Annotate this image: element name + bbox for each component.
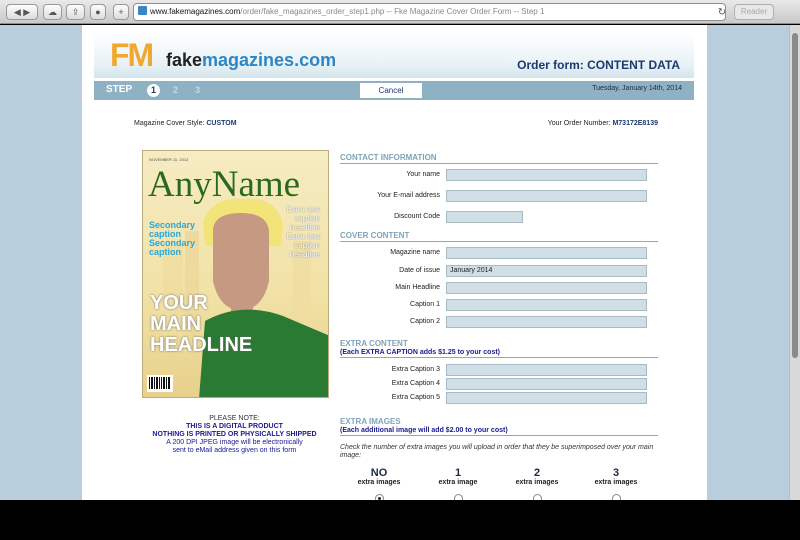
radio-1-image[interactable] <box>454 494 463 500</box>
magazine-name-label: Magazine name <box>390 249 440 256</box>
images-help-text: Check the number of extra images you wil… <box>340 444 654 459</box>
magazine-cover-preview: NOVEMBER 11, 2013 AnyName Secondary capt… <box>142 150 329 398</box>
logo-wordmark-b: magazines.com <box>202 50 337 70</box>
email-label: Your E-mail address <box>377 192 440 199</box>
extra-caption-5-label: Extra Caption 5 <box>391 394 440 401</box>
reader-button[interactable]: Reader <box>734 4 774 20</box>
cover-extra-caption: Extra text caption headline Extra text c… <box>286 205 320 259</box>
discount-field[interactable] <box>446 211 523 223</box>
page-title: Order form: CONTENT DATA <box>517 58 680 72</box>
option-caption: extra images <box>594 479 638 486</box>
option-3-images: 3 extra images <box>586 467 646 486</box>
back-forward-buttons[interactable]: ◀ ▶ <box>6 4 38 20</box>
option-number: 1 <box>454 467 462 479</box>
main-headline-field[interactable] <box>446 282 647 294</box>
order-number-value: M73172E8139 <box>612 120 658 127</box>
logo-wordmark[interactable]: fakemagazines.com <box>166 50 336 71</box>
current-date: Tuesday, January 14th, 2014 <box>592 85 682 92</box>
option-1-image: 1 extra image <box>428 467 488 486</box>
option-caption: extra image <box>438 479 478 486</box>
images-section-header: EXTRA IMAGES <box>340 416 658 427</box>
extra-section-subtitle: (Each EXTRA CAPTION adds $1.25 to your c… <box>340 349 658 358</box>
step-1-indicator: 1 <box>147 84 160 97</box>
option-number: NO <box>370 467 388 479</box>
digital-product-note: PLEASE NOTE: THIS IS A DIGITAL PRODUCT N… <box>132 415 337 455</box>
step-3-indicator: 3 <box>194 85 200 95</box>
site-header: FM fakemagazines.com Order form: CONTENT… <box>94 32 694 78</box>
option-no-images: NO extra images <box>349 467 409 486</box>
extra-caption-5-field[interactable] <box>446 392 647 404</box>
contact-section-title: CONTACT INFORMATION <box>340 153 437 162</box>
scrollbar-thumb[interactable] <box>792 33 798 358</box>
option-caption: extra images <box>515 479 559 486</box>
step-bar: STEP 1 2 3 Cancel Tuesday, January 14th,… <box>94 81 694 100</box>
extra-caption-4-label: Extra Caption 4 <box>391 380 440 387</box>
issue-date-label: Date of issue <box>399 267 440 274</box>
cover-style-info: Magazine Cover Style: CUSTOM <box>134 120 237 127</box>
shield-icon[interactable]: ● <box>90 4 106 20</box>
order-number-info: Your Order Number: M73172E8139 <box>548 120 658 127</box>
barcode-icon <box>147 375 173 392</box>
name-label: Your name <box>406 171 440 178</box>
discount-label: Discount Code <box>394 213 440 220</box>
name-field[interactable] <box>446 169 647 181</box>
order-number-label: Your Order Number: <box>547 120 611 127</box>
note-line-4: sent to eMail address given on this form <box>172 447 297 454</box>
option-2-images: 2 extra images <box>507 467 567 486</box>
radio-2-images[interactable] <box>533 494 542 500</box>
extra-section-title: EXTRA CONTENT <box>340 339 408 348</box>
extra-caption-3-label: Extra Caption 3 <box>391 366 440 373</box>
option-number: 2 <box>533 467 541 479</box>
issue-date-field[interactable]: January 2014 <box>446 265 647 277</box>
cancel-button[interactable]: Cancel <box>360 83 422 98</box>
cover-style-value: CUSTOM <box>206 120 237 127</box>
cover-secondary-caption: Secondary caption Secondary caption <box>149 220 196 257</box>
caption-1-field[interactable] <box>446 299 647 311</box>
extra-caption-4-field[interactable] <box>446 378 647 390</box>
option-caption: extra images <box>357 479 401 486</box>
url-path: /order/fake_magazines_order_step1.php --… <box>240 7 545 16</box>
magazine-name-field[interactable] <box>446 247 647 259</box>
logo-wordmark-a: fake <box>166 50 203 70</box>
option-number: 3 <box>612 467 620 479</box>
cover-main-headline: YOUR MAIN HEADLINE <box>150 292 253 356</box>
contact-section-header: CONTACT INFORMATION <box>340 152 658 164</box>
cover-date-text: NOVEMBER 11, 2013 <box>149 157 189 162</box>
images-section-title: EXTRA IMAGES <box>340 417 401 426</box>
url-field[interactable]: www.fakemagazines.com/order/fake_magazin… <box>133 3 726 21</box>
note-line-3: A 200 DPI JPEG image will be electronica… <box>166 439 303 446</box>
caption-1-label: Caption 1 <box>410 301 440 308</box>
extra-section-header: EXTRA CONTENT <box>340 338 658 349</box>
step-2-indicator: 2 <box>172 85 178 95</box>
radio-no-images[interactable] <box>375 494 384 500</box>
note-line-2: NOTHING IS PRINTED OR PHYSICALLY SHIPPED <box>152 431 317 438</box>
new-tab-plus-icon[interactable]: + <box>113 4 129 20</box>
vertical-scrollbar[interactable] <box>789 25 800 500</box>
browser-toolbar: ◀ ▶ ☁ ⇪ ● + www.fakemagazines.com/order/… <box>0 0 800 24</box>
radio-3-images[interactable] <box>612 494 621 500</box>
main-headline-label: Main Headline <box>395 284 440 291</box>
cover-section-header: COVER CONTENT <box>340 230 658 242</box>
cover-section-title: COVER CONTENT <box>340 231 410 240</box>
caption-2-label: Caption 2 <box>410 318 440 325</box>
images-section-subtitle: (Each additional image will add $2.00 to… <box>340 427 658 436</box>
reload-icon[interactable]: ↻ <box>716 6 728 18</box>
note-line-1: THIS IS A DIGITAL PRODUCT <box>186 423 283 430</box>
favicon-icon <box>138 6 147 15</box>
cover-title: AnyName <box>148 164 301 205</box>
share-icon[interactable]: ⇪ <box>66 4 85 20</box>
caption-2-field[interactable] <box>446 316 647 328</box>
url-host: www.fakemagazines.com <box>150 7 241 16</box>
email-field[interactable] <box>446 190 647 202</box>
icloud-icon[interactable]: ☁ <box>43 4 62 20</box>
cover-style-label: Magazine Cover Style: <box>134 120 205 127</box>
page-content: FM fakemagazines.com Order form: CONTENT… <box>82 25 707 500</box>
logo-mark[interactable]: FM <box>110 37 154 74</box>
note-title: PLEASE NOTE: <box>209 415 260 422</box>
browser-viewport: FM fakemagazines.com Order form: CONTENT… <box>0 25 800 500</box>
extra-caption-3-field[interactable] <box>446 364 647 376</box>
step-label: STEP <box>106 84 133 95</box>
